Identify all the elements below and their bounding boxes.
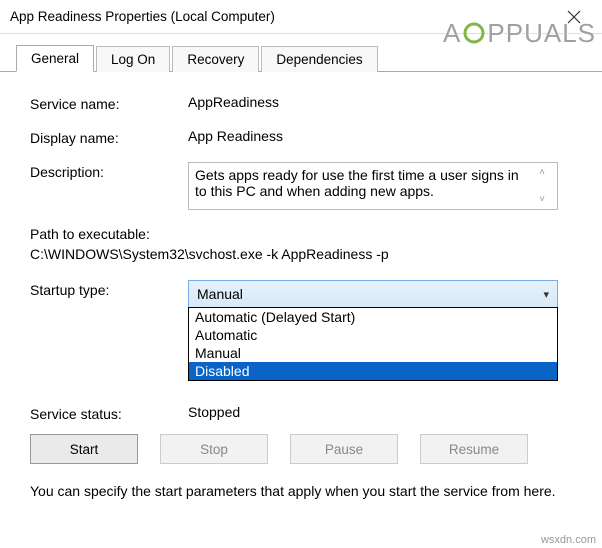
display-name-value: App Readiness — [188, 128, 574, 144]
option-manual[interactable]: Manual — [189, 344, 557, 362]
path-value: C:\WINDOWS\System32\svchost.exe -k AppRe… — [30, 246, 574, 262]
startup-type-selected: Manual — [197, 286, 243, 302]
service-control-buttons: Start Stop Pause Resume — [30, 434, 574, 464]
option-automatic[interactable]: Automatic — [189, 326, 557, 344]
service-name-value: AppReadiness — [188, 94, 574, 110]
description-scrollbar: ˄ ˅ — [533, 167, 551, 205]
tab-recovery[interactable]: Recovery — [172, 46, 259, 72]
display-name-label: Display name: — [30, 128, 188, 146]
start-button[interactable]: Start — [30, 434, 138, 464]
watermark-logo: A PPUALS — [443, 18, 596, 49]
service-name-label: Service name: — [30, 94, 188, 112]
watermark-icon — [462, 21, 486, 45]
startup-type-label: Startup type: — [30, 280, 188, 298]
scroll-up-icon[interactable]: ˄ — [539, 167, 545, 178]
footer-help-text: You can specify the start parameters tha… — [30, 482, 574, 501]
stop-button: Stop — [160, 434, 268, 464]
service-status-label: Service status: — [30, 404, 188, 422]
tab-general[interactable]: General — [16, 45, 94, 72]
startup-type-dropdown: Automatic (Delayed Start) Automatic Manu… — [188, 307, 558, 381]
option-disabled[interactable]: Disabled — [189, 362, 557, 380]
watermark-text-pre: A — [443, 18, 461, 48]
description-box: Gets apps ready for use the first time a… — [188, 162, 558, 210]
tab-content: Service name: AppReadiness Display name:… — [0, 72, 602, 511]
description-text: Gets apps ready for use the first time a… — [195, 167, 533, 205]
source-url: wsxdn.com — [541, 534, 596, 546]
watermark-text-post: PPUALS — [487, 18, 596, 48]
path-label: Path to executable: — [30, 226, 574, 242]
tab-log-on[interactable]: Log On — [96, 46, 170, 72]
scroll-down-icon[interactable]: ˅ — [539, 194, 545, 205]
startup-type-select[interactable]: Manual ▾ — [188, 280, 558, 308]
service-status-value: Stopped — [188, 404, 240, 422]
option-automatic-delayed[interactable]: Automatic (Delayed Start) — [189, 308, 557, 326]
resume-button: Resume — [420, 434, 528, 464]
window-title: App Readiness Properties (Local Computer… — [10, 9, 275, 24]
description-label: Description: — [30, 162, 188, 180]
tab-dependencies[interactable]: Dependencies — [261, 46, 377, 72]
chevron-down-icon: ▾ — [543, 288, 549, 301]
pause-button: Pause — [290, 434, 398, 464]
